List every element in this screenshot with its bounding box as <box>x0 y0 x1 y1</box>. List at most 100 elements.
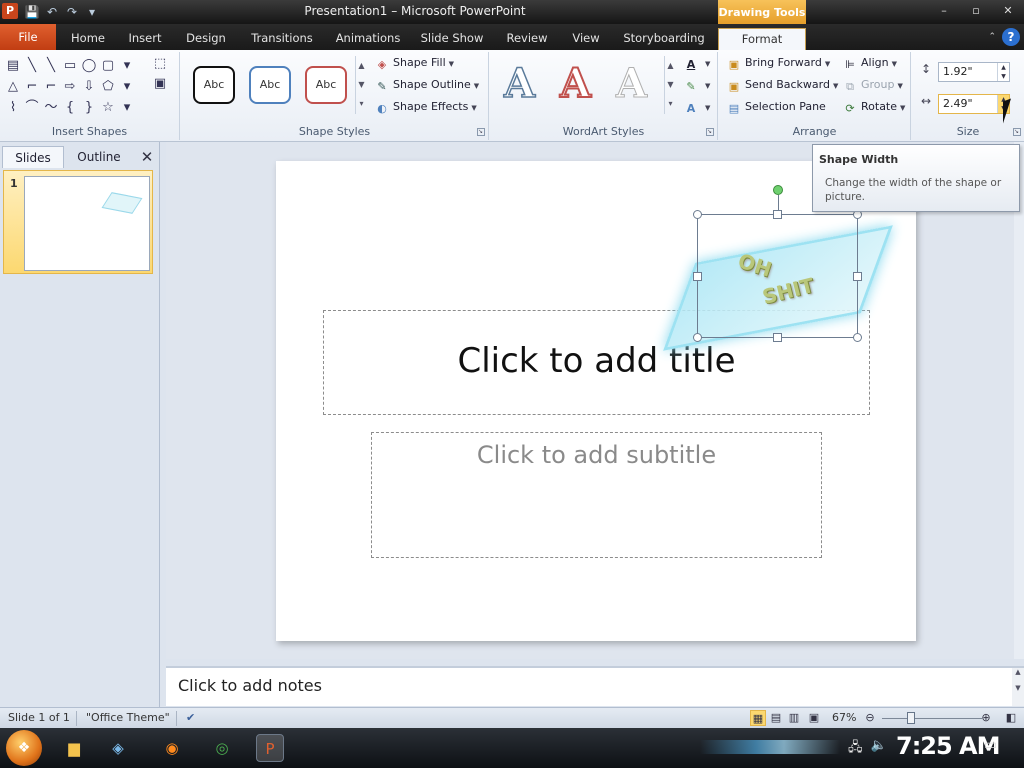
shape-effects-button[interactable]: ◐ Shape Effects ▼ <box>375 98 477 116</box>
dialog-launcher-icon[interactable]: ↘ <box>706 128 714 136</box>
elbow-connector-shape-icon[interactable]: ⌐ <box>23 77 41 97</box>
zoom-level[interactable]: 67% <box>832 711 856 724</box>
tab-animations[interactable]: Animations <box>334 28 402 50</box>
slide-thumbnail[interactable] <box>24 176 150 271</box>
close-button[interactable]: ✕ <box>992 2 1024 20</box>
fit-to-window-icon[interactable]: ◧ <box>1003 710 1019 726</box>
vertical-scrollbar[interactable] <box>1014 142 1024 659</box>
theme-name-status[interactable]: "Office Theme" <box>86 711 170 724</box>
text-outline-button[interactable]: ✎ ▼ <box>684 76 710 94</box>
gallery-more-icon[interactable]: ▾ <box>118 98 136 118</box>
dialog-launcher-icon[interactable]: ↘ <box>477 128 485 136</box>
redo-icon[interactable]: ↷ <box>64 4 80 20</box>
more-icon[interactable]: ▾ <box>665 94 676 113</box>
scroll-up-icon[interactable]: ▲ <box>356 56 367 75</box>
draw-text-box-icon[interactable]: ▣ <box>146 76 174 96</box>
network-icon[interactable]: 🖧 <box>848 738 863 760</box>
scroll-down-icon[interactable]: ▼ <box>356 75 367 94</box>
scroll-up-icon[interactable]: ▲ <box>665 56 676 75</box>
rounded-rectangle-shape-icon[interactable]: ▢ <box>99 56 117 76</box>
notification-icon[interactable]: ▭ <box>984 737 997 753</box>
file-explorer-icon[interactable]: ▆ <box>60 734 88 762</box>
tab-outline[interactable]: Outline <box>68 146 130 168</box>
dialog-launcher-icon[interactable]: ↘ <box>1013 128 1021 136</box>
tab-storyboarding[interactable]: Storyboarding <box>620 28 708 50</box>
height-spinner[interactable]: ▲ ▼ <box>997 63 1009 81</box>
align-button[interactable]: ⊫ Align ▼ <box>843 54 897 72</box>
network-app-icon[interactable]: ◈ <box>104 734 132 762</box>
zoom-slider-track[interactable] <box>882 718 982 719</box>
customize-qat-icon[interactable]: ▾ <box>84 4 100 20</box>
notes-pane[interactable]: Click to add notes ▲ ▼ <box>166 666 1024 706</box>
chrome-icon[interactable]: ◎ <box>208 734 236 762</box>
scribble-shape-icon[interactable]: 〜 <box>42 98 60 118</box>
rotation-handle[interactable] <box>773 185 783 195</box>
gallery-scroll-up-icon[interactable]: ▾ <box>118 56 136 76</box>
tab-design[interactable]: Design <box>182 28 230 50</box>
normal-view-icon[interactable]: ▦ <box>750 710 766 726</box>
edit-shape-icon[interactable]: ⬚ <box>146 56 174 76</box>
undo-icon[interactable]: ↶ <box>44 4 60 20</box>
resize-handle-bottom[interactable] <box>773 333 782 342</box>
zoom-in-icon[interactable]: ⊕ <box>978 710 994 726</box>
shape-style-thumb-blue[interactable]: Abc <box>249 66 291 104</box>
wordart-style-blue-outline[interactable]: A <box>503 63 536 105</box>
minimize-ribbon-icon[interactable]: ⌃ <box>988 32 996 42</box>
rectangle-shape-icon[interactable]: ▭ <box>61 56 79 76</box>
right-brace-shape-icon[interactable]: } <box>80 98 98 118</box>
oval-shape-icon[interactable]: ◯ <box>80 56 98 76</box>
tab-review[interactable]: Review <box>502 28 552 50</box>
powerpoint-taskbar-icon[interactable]: P <box>256 734 284 762</box>
freeform-shape-icon[interactable]: ⬠ <box>99 77 117 97</box>
slide-sorter-view-icon[interactable]: ▤ <box>768 710 784 726</box>
tab-home[interactable]: Home <box>66 28 110 50</box>
arrow-line-shape-icon[interactable]: ╲ <box>42 56 60 76</box>
resize-handle-top-left[interactable] <box>693 210 702 219</box>
left-brace-shape-icon[interactable]: { <box>61 98 79 118</box>
wordart-style-red-outline[interactable]: A <box>559 63 592 105</box>
scroll-down-icon[interactable]: ▼ <box>665 75 676 94</box>
help-icon[interactable]: ? <box>1002 28 1020 46</box>
reading-view-icon[interactable]: ▥ <box>786 710 802 726</box>
close-icon[interactable]: ✕ <box>138 148 156 166</box>
shape-height-field[interactable]: 1.92" ▲ ▼ <box>938 62 1010 82</box>
spell-check-icon[interactable]: ✔ <box>186 711 195 724</box>
maximize-button[interactable]: ▫ <box>960 2 992 20</box>
minimize-button[interactable]: – <box>928 2 960 20</box>
shape-outline-button[interactable]: ✎ Shape Outline ▼ <box>375 76 479 94</box>
right-arrow-shape-icon[interactable]: ⇨ <box>61 77 79 97</box>
powerpoint-app-icon[interactable]: P <box>2 3 18 19</box>
tab-format[interactable]: Format <box>718 28 806 50</box>
star-shape-icon[interactable]: ☆ <box>99 98 117 118</box>
triangle-shape-icon[interactable]: △ <box>4 77 22 97</box>
resize-handle-right[interactable] <box>853 272 862 281</box>
tab-view[interactable]: View <box>566 28 606 50</box>
shape-style-thumb-red[interactable]: Abc <box>305 66 347 104</box>
notes-scrollbar[interactable]: ▲ ▼ <box>1012 668 1024 706</box>
tab-transitions[interactable]: Transitions <box>246 28 318 50</box>
line-shape-icon[interactable]: ╲ <box>23 56 41 76</box>
send-backward-button[interactable]: ▣ Send Backward ▼ <box>727 76 839 94</box>
slide-canvas[interactable]: Click to add title Click to add subtitle… <box>276 161 916 641</box>
tab-slide-show[interactable]: Slide Show <box>418 28 486 50</box>
wordart-style-gray-outline[interactable]: A <box>615 63 647 104</box>
slide-thumbnail-item[interactable]: 1 <box>3 170 153 274</box>
tab-file[interactable]: File <box>0 24 56 50</box>
shape-fill-button[interactable]: ◈ Shape Fill ▼ <box>375 54 454 72</box>
elbow-arrow-shape-icon[interactable]: ⌐ <box>42 77 60 97</box>
selection-pane-button[interactable]: ▤ Selection Pane <box>727 98 826 116</box>
more-icon[interactable]: ▾ <box>356 94 367 113</box>
resize-handle-bottom-left[interactable] <box>693 333 702 342</box>
down-arrow-shape-icon[interactable]: ⇩ <box>80 77 98 97</box>
gallery-scroll-down-icon[interactable]: ▾ <box>118 77 136 97</box>
tab-slides[interactable]: Slides <box>2 146 64 168</box>
shape-style-thumb-black[interactable]: Abc <box>193 66 235 104</box>
group-button[interactable]: ⧉ Group ▼ <box>843 76 903 94</box>
zoom-slider-thumb[interactable] <box>907 712 915 724</box>
subtitle-placeholder[interactable]: Click to add subtitle <box>371 432 822 558</box>
resize-handle-bottom-right[interactable] <box>853 333 862 342</box>
save-icon[interactable]: 💾 <box>24 4 40 20</box>
slide-show-view-icon[interactable]: ▣ <box>806 710 822 726</box>
resize-handle-left[interactable] <box>693 272 702 281</box>
rotate-button[interactable]: ⟳ Rotate ▼ <box>843 98 905 116</box>
